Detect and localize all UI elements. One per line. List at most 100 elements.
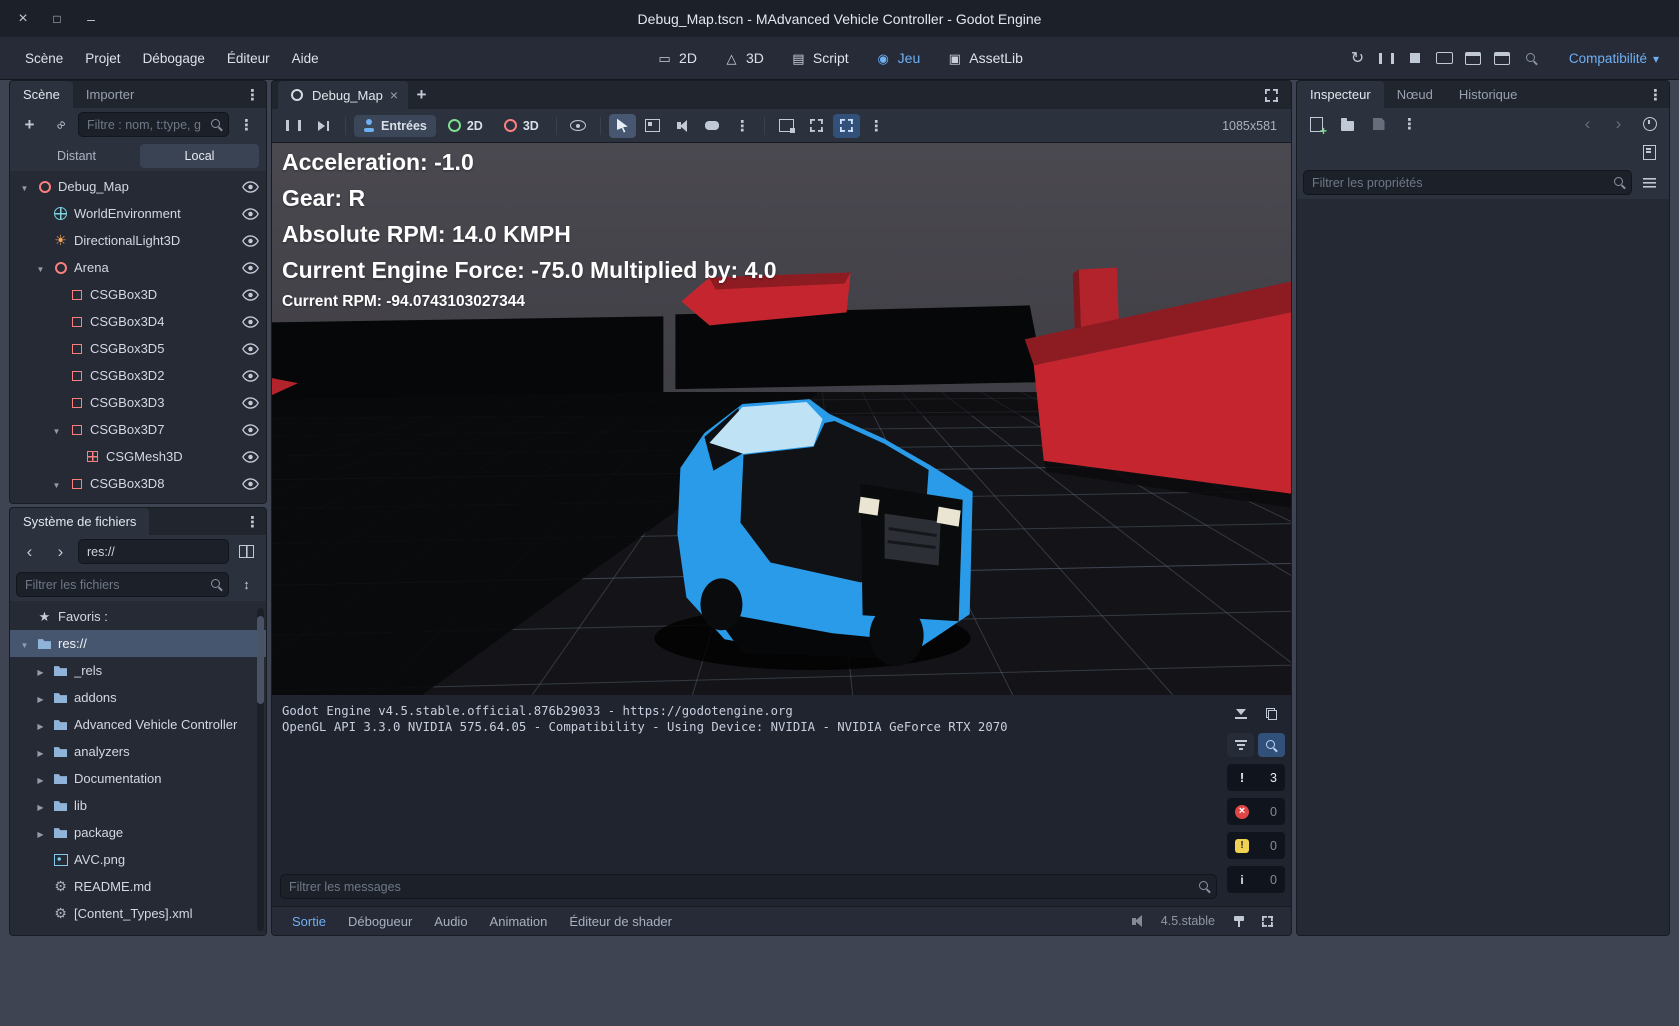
menu-item[interactable]: Débogage — [132, 46, 216, 71]
copy-log-icon[interactable] — [1258, 702, 1285, 726]
pause-game-icon[interactable] — [280, 114, 307, 138]
expand-arrow-icon[interactable] — [18, 637, 31, 650]
file-tree-row[interactable]: lib — [10, 792, 266, 819]
visibility-eye-icon[interactable] — [242, 181, 259, 193]
close-window-icon[interactable] — [16, 10, 30, 28]
remote-tab[interactable]: Distant — [17, 144, 136, 168]
minimize-window-icon[interactable] — [84, 11, 98, 27]
sort-files-icon[interactable] — [233, 573, 260, 597]
camera-3d-button[interactable]: 3D — [495, 115, 548, 137]
bottom-tab[interactable]: Débogueur — [338, 911, 422, 932]
new-resource-icon[interactable] — [1303, 112, 1330, 136]
filesystem-tab[interactable]: Système de fichiers — [10, 508, 149, 535]
pause-scene-icon[interactable] — [1373, 46, 1400, 70]
scene-tree-row[interactable]: CSGBox3D7 — [10, 416, 266, 443]
log-counter[interactable]: 0 — [1227, 798, 1285, 825]
visibility-eye-icon[interactable] — [242, 451, 259, 463]
menu-item[interactable]: Aide — [281, 46, 330, 71]
file-tree-row[interactable]: Advanced Vehicle Controller — [10, 711, 266, 738]
next-frame-icon[interactable] — [310, 114, 337, 138]
file-tree-row[interactable]: README.md — [10, 873, 266, 900]
expand-arrow-icon[interactable] — [34, 745, 47, 758]
scene-tree-row[interactable]: CSGMesh3D — [10, 443, 266, 470]
file-tree-row[interactable]: analyzers — [10, 738, 266, 765]
expand-editor-icon[interactable] — [1258, 83, 1285, 107]
scene-tree-row[interactable]: CSGBox3D8 — [10, 470, 266, 497]
log-counter[interactable]: 3 — [1227, 764, 1285, 791]
scene-tree-row[interactable]: CSGBox3D3 — [10, 389, 266, 416]
resource-options-icon[interactable] — [1396, 112, 1423, 136]
object-history-icon[interactable] — [1636, 112, 1663, 136]
dock-tab[interactable]: Inspecteur — [1297, 81, 1384, 108]
file-tree-row[interactable]: package — [10, 819, 266, 846]
visibility-eye-icon[interactable] — [242, 478, 259, 490]
split-view-icon[interactable] — [233, 540, 260, 564]
expand-arrow-icon[interactable] — [34, 799, 47, 812]
dock-menu-icon[interactable] — [239, 83, 266, 107]
visibility-eye-icon[interactable] — [242, 289, 259, 301]
workspace-tab[interactable]: Jeu — [864, 46, 932, 70]
nav-back-icon[interactable] — [16, 540, 43, 564]
debug-options-icon[interactable] — [729, 114, 756, 138]
menu-item[interactable]: Projet — [74, 46, 131, 71]
scene-tree-row[interactable]: CSGBox3D2 — [10, 362, 266, 389]
load-resource-icon[interactable] — [1334, 112, 1361, 136]
expand-arrow-icon[interactable] — [50, 423, 63, 436]
save-resource-icon[interactable] — [1365, 112, 1392, 136]
camera-2d-button[interactable]: 2D — [439, 115, 492, 137]
menu-item[interactable]: Éditeur — [216, 46, 281, 71]
pin-panel-icon[interactable] — [1225, 909, 1252, 933]
stop-scene-icon[interactable] — [1402, 46, 1429, 70]
visibility-eye-icon[interactable] — [242, 343, 259, 355]
expand-arrow-icon[interactable] — [34, 664, 47, 677]
instance-scene-icon[interactable] — [47, 113, 74, 137]
search-log-icon[interactable] — [1258, 733, 1285, 757]
gamepad-icon[interactable] — [699, 114, 726, 138]
game-viewport[interactable]: Acceleration: -1.0Gear: RAbsolute RPM: 1… — [272, 143, 1291, 695]
dock-tab[interactable]: Nœud — [1384, 81, 1446, 108]
bottom-tab[interactable]: Animation — [480, 911, 558, 932]
scene-tree-row[interactable]: CSGBox3D4 — [10, 308, 266, 335]
expand-arrow-icon[interactable] — [34, 826, 47, 839]
bottom-tab[interactable]: Éditeur de shader — [559, 911, 682, 932]
log-counter[interactable]: 0 — [1227, 832, 1285, 859]
open-documentation-icon[interactable] — [1636, 140, 1663, 164]
fullscreen-icon[interactable] — [803, 114, 830, 138]
dock-menu-icon[interactable] — [1642, 83, 1669, 107]
expand-arrow-icon[interactable] — [34, 691, 47, 704]
message-filter-input[interactable] — [280, 874, 1217, 899]
history-back-icon[interactable] — [1574, 112, 1601, 136]
dock-menu-icon[interactable] — [239, 510, 266, 534]
file-tree-row[interactable]: res:// — [10, 630, 266, 657]
scrollbar-thumb[interactable] — [257, 616, 264, 704]
visibility-eye-icon[interactable] — [242, 208, 259, 220]
maximize-window-icon[interactable] — [50, 11, 64, 26]
embed-game-icon[interactable] — [833, 114, 860, 138]
renderer-select[interactable]: Compatibilité — [1563, 47, 1665, 70]
scene-tree-row[interactable]: CSGBox3D — [10, 281, 266, 308]
filesystem-scrollbar[interactable] — [257, 608, 264, 931]
file-tree-row[interactable]: [Content_Types].xml — [10, 900, 266, 927]
scene-tree-row[interactable]: Debug_Map — [10, 173, 266, 200]
scene-tree-row[interactable]: WorldEnvironment — [10, 200, 266, 227]
visibility-eye-icon[interactable] — [242, 424, 259, 436]
visibility-eye-icon[interactable] — [242, 262, 259, 274]
new-tab-icon[interactable] — [408, 83, 435, 107]
file-tree-row[interactable]: _rels — [10, 657, 266, 684]
expand-arrow-icon[interactable] — [34, 261, 47, 274]
open-scene-tab[interactable]: Debug_Map — [278, 81, 408, 109]
workspace-tab[interactable]: 3D — [712, 46, 775, 70]
scene-filter-input[interactable] — [78, 112, 229, 137]
file-filter-input[interactable] — [16, 572, 229, 597]
screenshot-icon[interactable] — [773, 114, 800, 138]
expand-arrow-icon[interactable] — [50, 477, 63, 490]
visibility-eye-icon[interactable] — [242, 235, 259, 247]
mute-sound-icon[interactable] — [1124, 909, 1151, 933]
local-tab[interactable]: Local — [140, 144, 259, 168]
movie-maker-icon[interactable] — [1489, 46, 1516, 70]
file-tree-row[interactable]: Favoris : — [10, 603, 266, 630]
expand-panel-icon[interactable] — [1254, 909, 1281, 933]
menu-item[interactable]: Scène — [14, 46, 74, 71]
expand-arrow-icon[interactable] — [18, 180, 31, 193]
quick-search-icon[interactable] — [1518, 46, 1545, 70]
